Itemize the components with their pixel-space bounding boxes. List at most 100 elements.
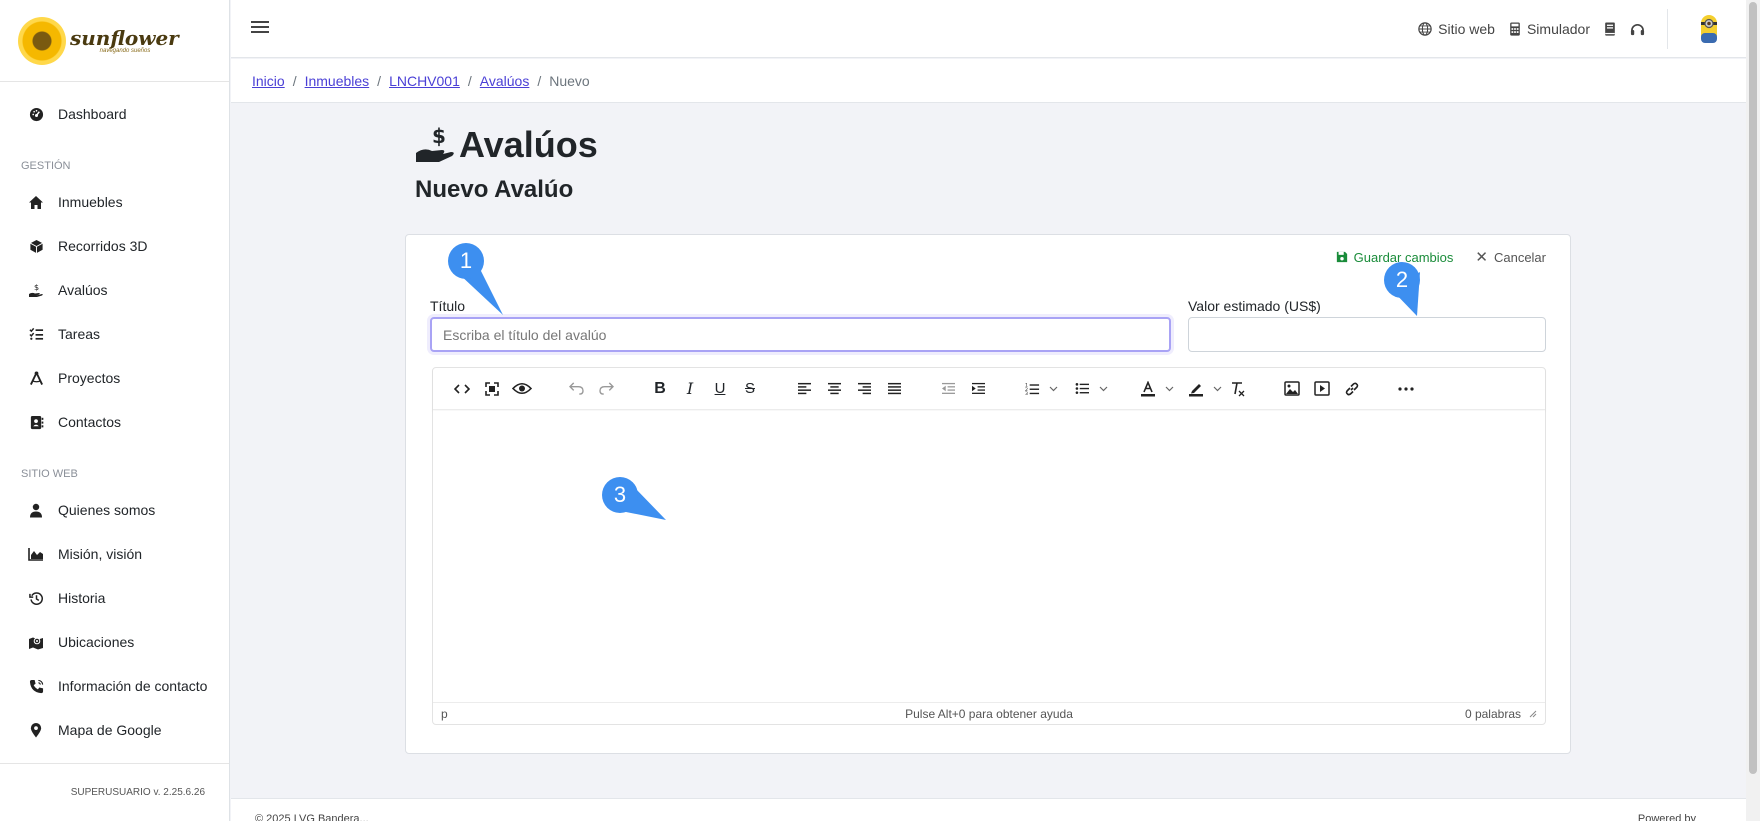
compass-icon	[28, 370, 44, 386]
sidebar-item-mision-vision[interactable]: Misión, visión	[0, 532, 229, 576]
breadcrumb-separator: /	[537, 72, 542, 89]
text-color-button[interactable]	[1133, 374, 1163, 404]
outdent-icon	[941, 382, 955, 394]
headset-icon[interactable]	[1630, 22, 1645, 37]
cancel-button[interactable]: ✕ Cancelar	[1475, 248, 1546, 266]
align-right-icon	[857, 382, 871, 395]
brand-logo[interactable]: sunflower navegando sueños	[0, 0, 229, 82]
menu-toggle-icon[interactable]	[251, 18, 269, 36]
editor-word-count[interactable]: 0 palabras	[1465, 707, 1521, 721]
source-code-button[interactable]	[447, 374, 477, 404]
simulador-link[interactable]: Simulador	[1509, 21, 1590, 37]
sidebar-item-label: Dashboard	[58, 106, 127, 122]
resize-handle-icon[interactable]	[1529, 710, 1537, 718]
clear-formatting-button[interactable]	[1223, 374, 1253, 404]
page-scrollbar[interactable]	[1746, 0, 1760, 821]
highlight-color-dropdown-chevron-icon[interactable]	[1211, 386, 1223, 392]
page-title: $ Avalúos	[415, 124, 598, 166]
justify-button[interactable]	[879, 374, 909, 404]
indent-button[interactable]	[963, 374, 993, 404]
fullscreen-icon	[485, 381, 499, 396]
bullet-list-dropdown-chevron-icon[interactable]	[1097, 386, 1109, 392]
sitio-web-label: Sitio web	[1438, 21, 1495, 37]
save-icon	[1336, 251, 1347, 263]
brand-name: sunflower	[70, 25, 179, 50]
dashboard-icon	[28, 106, 44, 122]
more-options-button[interactable]	[1391, 374, 1421, 404]
sidebar-item-ubicaciones[interactable]: Ubicaciones	[0, 620, 229, 664]
svg-text:$: $	[432, 125, 446, 148]
bullet-list-button[interactable]	[1067, 374, 1097, 404]
breadcrumb-property-code[interactable]: LNCHV001	[389, 73, 460, 89]
clear-formatting-icon	[1232, 381, 1245, 396]
svg-text:3: 3	[1025, 391, 1028, 396]
sitio-web-link[interactable]: Sitio web	[1418, 21, 1495, 37]
underline-button[interactable]: U	[705, 374, 735, 404]
undo-button[interactable]	[561, 374, 591, 404]
bold-button[interactable]: B	[645, 374, 675, 404]
breadcrumb-inmuebles[interactable]: Inmuebles	[305, 73, 370, 89]
map-icon	[28, 634, 44, 650]
preview-button[interactable]	[507, 374, 537, 404]
sidebar-item-proyectos[interactable]: Proyectos	[0, 356, 229, 400]
align-left-icon	[797, 382, 811, 395]
calculator-icon	[1510, 22, 1520, 36]
outdent-button[interactable]	[933, 374, 963, 404]
page-subtitle: Nuevo Avalúo	[415, 176, 574, 203]
sidebar-item-quienes-somos[interactable]: Quienes somos	[0, 488, 229, 532]
sidebar-item-label: Proyectos	[58, 370, 121, 386]
sidebar-item-dashboard[interactable]: Dashboard	[0, 92, 229, 136]
map-pin-icon	[28, 722, 44, 738]
insert-link-button[interactable]	[1337, 374, 1367, 404]
sidebar-item-mapa-google[interactable]: Mapa de Google	[0, 708, 229, 752]
sidebar-item-contactos[interactable]: Contactos	[0, 400, 229, 444]
estimated-value-input[interactable]	[1188, 317, 1546, 352]
editor-content-area[interactable]	[433, 411, 1545, 701]
strikethrough-button[interactable]: S	[735, 374, 765, 404]
align-right-button[interactable]	[849, 374, 879, 404]
sidebar: sunflower navegando sueños Dashboard GES…	[0, 0, 230, 821]
highlighter-icon	[1189, 383, 1203, 396]
insert-image-button[interactable]	[1277, 374, 1307, 404]
callout-number: 2	[1384, 262, 1420, 298]
sidebar-item-tareas[interactable]: Tareas	[0, 312, 229, 356]
editor-element-path[interactable]: p	[441, 707, 448, 721]
history-icon	[28, 590, 44, 606]
sidebar-item-label: Misión, visión	[58, 546, 143, 562]
italic-button[interactable]: I	[675, 374, 705, 404]
title-input[interactable]: Escriba el título del avalúo	[430, 317, 1171, 352]
align-center-button[interactable]	[819, 374, 849, 404]
breadcrumb-separator: /	[377, 72, 382, 89]
breadcrumb-separator: /	[467, 72, 472, 89]
eye-icon	[512, 382, 532, 395]
media-icon	[1314, 381, 1330, 396]
numbered-list-button[interactable]: 123	[1017, 374, 1047, 404]
sidebar-item-historia[interactable]: Historia	[0, 576, 229, 620]
align-left-button[interactable]	[789, 374, 819, 404]
topbar-divider	[1667, 9, 1668, 49]
sidebar-item-inmuebles[interactable]: Inmuebles	[0, 180, 229, 224]
editor-toolbar: B I U S 123	[433, 368, 1545, 410]
book-icon[interactable]	[1604, 22, 1616, 36]
sidebar-item-label: Contactos	[58, 414, 122, 430]
redo-button[interactable]	[591, 374, 621, 404]
numbered-list-icon: 123	[1025, 382, 1039, 396]
address-book-icon	[28, 414, 44, 430]
scrollbar-thumb[interactable]	[1749, 2, 1757, 774]
hand-dollar-icon: $	[28, 282, 44, 298]
breadcrumb-inicio[interactable]: Inicio	[252, 73, 285, 89]
sidebar-item-recorridos[interactable]: Recorridos 3D	[0, 224, 229, 268]
globe-icon	[1418, 22, 1432, 36]
sidebar-item-avaluos[interactable]: $ Avalúos	[0, 268, 229, 312]
sidebar-item-info-contacto[interactable]: Información de contacto	[0, 664, 229, 708]
breadcrumb-avaluos[interactable]: Avalúos	[480, 73, 530, 89]
insert-media-button[interactable]	[1307, 374, 1337, 404]
breadcrumb-separator: /	[292, 72, 297, 89]
sidebar-item-label: Tareas	[58, 326, 101, 342]
highlight-color-button[interactable]	[1181, 374, 1211, 404]
text-color-dropdown-chevron-icon[interactable]	[1163, 386, 1175, 392]
fullscreen-button[interactable]	[477, 374, 507, 404]
avatar[interactable]	[1698, 13, 1720, 45]
sidebar-section-gestion: GESTIÓN	[21, 160, 71, 172]
numbered-list-dropdown-chevron-icon[interactable]	[1047, 386, 1059, 392]
